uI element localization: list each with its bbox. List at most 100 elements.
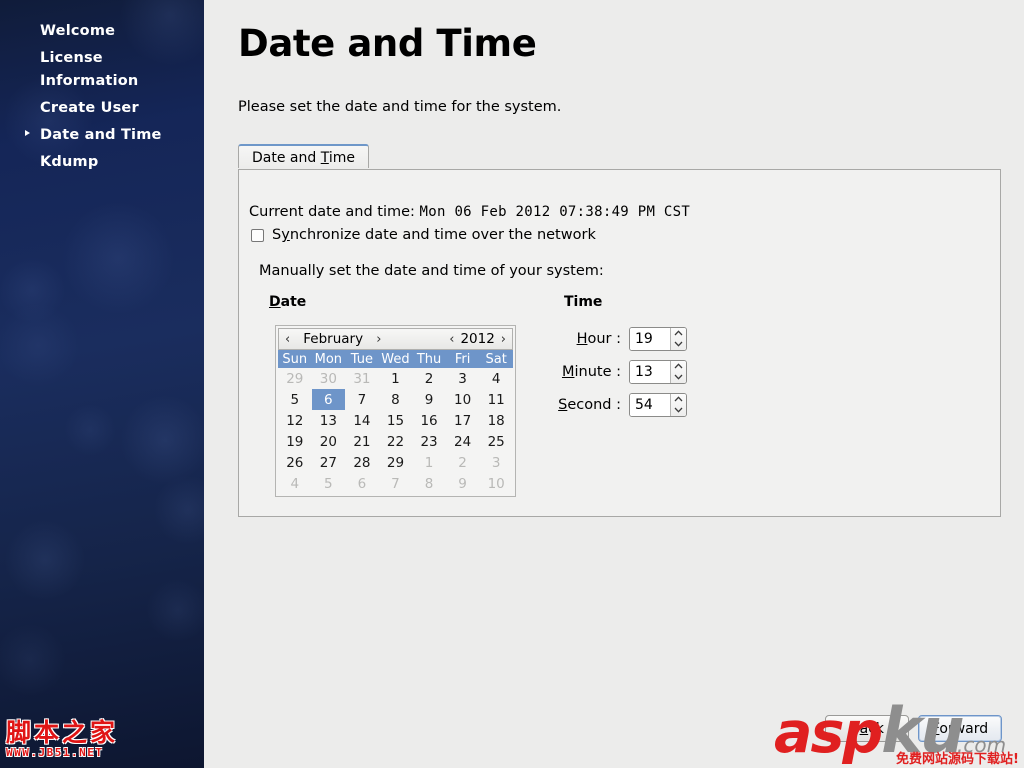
calendar-day[interactable]: 14 bbox=[345, 410, 379, 431]
minute-label: Minute : bbox=[561, 363, 621, 380]
calendar-day[interactable]: 29 bbox=[378, 452, 413, 473]
calendar-month-label: February bbox=[303, 331, 364, 347]
minute-decrement-icon[interactable] bbox=[671, 372, 686, 383]
calendar-day[interactable]: 11 bbox=[479, 389, 513, 410]
prev-year-icon[interactable]: ‹ bbox=[443, 332, 460, 347]
calendar-day[interactable]: 29 bbox=[278, 368, 312, 389]
calendar-day[interactable]: 4 bbox=[479, 368, 513, 389]
second-row: Second : 54 bbox=[549, 388, 687, 421]
hour-spin-buttons[interactable] bbox=[670, 327, 686, 350]
calendar-day[interactable]: 20 bbox=[311, 431, 346, 452]
second-input[interactable]: 54 bbox=[630, 393, 670, 416]
sidebar-current-arrow-icon bbox=[25, 129, 30, 136]
calendar-day[interactable]: 23 bbox=[412, 431, 446, 452]
calendar-day[interactable]: 10 bbox=[445, 389, 480, 410]
calendar-day[interactable]: 3 bbox=[479, 452, 513, 473]
tab-date-and-time[interactable]: Date and Time bbox=[238, 144, 369, 168]
calendar-day[interactable]: 1 bbox=[412, 452, 446, 473]
calendar-day[interactable]: 17 bbox=[445, 410, 480, 431]
tab-label: Date and Time bbox=[252, 150, 355, 166]
sync-network-label: Synchronize date and time over the netwo… bbox=[272, 227, 596, 243]
forward-button[interactable]: Forward bbox=[918, 715, 1002, 742]
calendar-widget[interactable]: ‹ February › ‹ 2012 › Sun Mon Tue Wed Thu Fri… bbox=[275, 325, 516, 497]
calendar-day[interactable]: 26 bbox=[278, 452, 312, 473]
manual-set-label: Manually set the date and time of your s… bbox=[259, 263, 604, 279]
calendar-day[interactable]: 9 bbox=[445, 473, 480, 494]
calendar-day[interactable]: 9 bbox=[412, 389, 446, 410]
calendar-day[interactable]: 5 bbox=[311, 473, 346, 494]
sidebar-item-date-and-time[interactable]: Date and Time bbox=[0, 122, 204, 149]
calendar-day[interactable]: 18 bbox=[479, 410, 513, 431]
hour-increment-icon[interactable] bbox=[671, 328, 686, 339]
calendar-week-row: 26 27 28 29 1 2 3 bbox=[278, 452, 513, 473]
calendar-day[interactable]: 30 bbox=[311, 368, 346, 389]
calendar-day[interactable]: 24 bbox=[445, 431, 480, 452]
calendar-header: ‹ February › ‹ 2012 › bbox=[278, 328, 513, 350]
calendar-day[interactable]: 3 bbox=[445, 368, 480, 389]
calendar-day[interactable]: 5 bbox=[278, 389, 312, 410]
minute-spin-buttons[interactable] bbox=[670, 360, 686, 383]
calendar-day[interactable]: 10 bbox=[479, 473, 513, 494]
date-group-label: Date bbox=[269, 294, 307, 310]
second-decrement-icon[interactable] bbox=[671, 405, 686, 416]
calendar-day[interactable]: 8 bbox=[378, 389, 413, 410]
sidebar-item-kdump[interactable]: Kdump bbox=[0, 149, 204, 176]
minute-row: Minute : 13 bbox=[549, 355, 687, 388]
back-button-label: Back bbox=[849, 720, 884, 737]
calendar-weekday-tue: Tue bbox=[345, 350, 379, 368]
notebook: Date and Time Current date and time: Mon… bbox=[238, 144, 1001, 517]
watermark-jb51-url: WWW.JB51.NET bbox=[6, 746, 104, 759]
calendar-day[interactable]: 19 bbox=[278, 431, 312, 452]
calendar-day[interactable]: 12 bbox=[278, 410, 312, 431]
next-year-icon[interactable]: › bbox=[495, 332, 512, 347]
calendar-week-row: 12 13 14 15 16 17 18 bbox=[278, 410, 513, 431]
second-label: Second : bbox=[558, 396, 621, 413]
calendar-day[interactable]: 22 bbox=[378, 431, 413, 452]
calendar-week-row: 4 5 6 7 8 9 10 bbox=[278, 473, 513, 494]
calendar-week-row: 19 20 21 22 23 24 25 bbox=[278, 431, 513, 452]
calendar-day[interactable]: 13 bbox=[311, 410, 346, 431]
calendar-day[interactable]: 2 bbox=[412, 368, 446, 389]
calendar-week-row: 29 30 31 1 2 3 4 bbox=[278, 368, 513, 389]
calendar-day[interactable]: 21 bbox=[345, 431, 379, 452]
sidebar-item-license-information[interactable]: License Information bbox=[0, 45, 204, 95]
second-increment-icon[interactable] bbox=[671, 394, 686, 405]
main-content: Date and Time Please set the date and ti… bbox=[204, 0, 1024, 768]
installer-window: Welcome License Information Create User Dat… bbox=[0, 0, 1024, 768]
calendar-day[interactable]: 25 bbox=[479, 431, 513, 452]
sidebar-item-create-user[interactable]: Create User bbox=[0, 95, 204, 122]
minute-input[interactable]: 13 bbox=[630, 360, 670, 383]
calendar-day[interactable]: 6 bbox=[345, 473, 379, 494]
calendar-day[interactable]: 28 bbox=[345, 452, 379, 473]
calendar-day-selected[interactable]: 6 bbox=[311, 389, 346, 410]
hour-input[interactable]: 19 bbox=[630, 327, 670, 350]
calendar-weekday-fri: Fri bbox=[445, 350, 480, 368]
calendar-day[interactable]: 15 bbox=[378, 410, 413, 431]
calendar-grid: Sun Mon Tue Wed Thu Fri Sat 29 30 31 1 2 3 4 5 6 7 8 9 10 1… bbox=[278, 350, 513, 494]
calendar-day[interactable]: 31 bbox=[345, 368, 379, 389]
calendar-day[interactable]: 1 bbox=[378, 368, 413, 389]
calendar-day[interactable]: 7 bbox=[378, 473, 413, 494]
calendar-day[interactable]: 2 bbox=[445, 452, 480, 473]
current-datetime-value: Mon 06 Feb 2012 07:38:49 PM CST bbox=[419, 204, 691, 220]
page-title: Date and Time bbox=[238, 22, 537, 65]
prev-month-icon[interactable]: ‹ bbox=[279, 332, 296, 347]
calendar-day[interactable]: 16 bbox=[412, 410, 446, 431]
sync-network-checkbox[interactable] bbox=[251, 228, 264, 242]
back-button[interactable]: Back bbox=[825, 715, 909, 742]
sidebar-item-welcome[interactable]: Welcome bbox=[0, 18, 204, 45]
hour-spinner[interactable]: 19 bbox=[629, 326, 687, 351]
hour-decrement-icon[interactable] bbox=[671, 339, 686, 350]
calendar-day[interactable]: 27 bbox=[311, 452, 346, 473]
sync-network-row[interactable]: Synchronize date and time over the netwo… bbox=[251, 227, 596, 243]
second-spin-buttons[interactable] bbox=[670, 393, 686, 416]
calendar-day[interactable]: 4 bbox=[278, 473, 312, 494]
second-spinner[interactable]: 54 bbox=[629, 392, 687, 417]
sidebar-item-label: Date and Time bbox=[40, 126, 162, 143]
calendar-day[interactable]: 8 bbox=[412, 473, 446, 494]
minute-spinner[interactable]: 13 bbox=[629, 359, 687, 384]
minute-increment-icon[interactable] bbox=[671, 361, 686, 372]
watermark-jb51-brand: 脚本之家 bbox=[6, 718, 119, 747]
next-month-icon[interactable]: › bbox=[370, 332, 387, 347]
calendar-day[interactable]: 7 bbox=[345, 389, 379, 410]
